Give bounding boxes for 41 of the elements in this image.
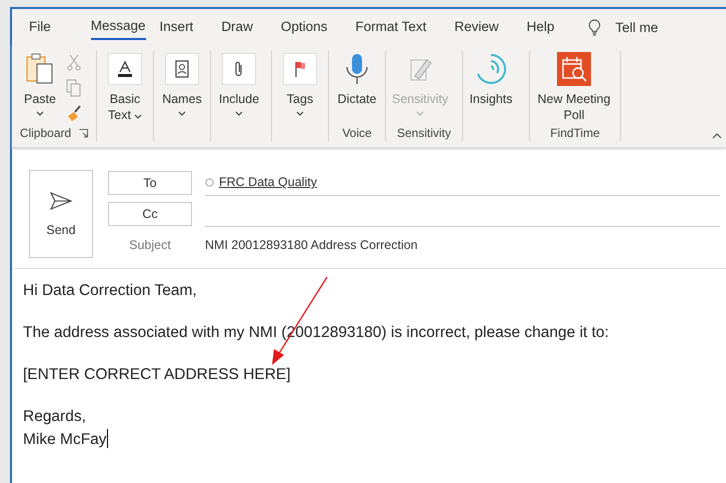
ribbon-button[interactable]: Paste (18, 51, 62, 121)
ribbon-button[interactable]: Insights (469, 51, 513, 125)
cc-button[interactable]: Cc (108, 202, 192, 226)
send-icon (49, 191, 73, 211)
address-book-icon (165, 53, 199, 85)
ribbon-tab[interactable]: Format Text (355, 15, 440, 39)
ribbon-button[interactable]: Tags (278, 51, 322, 125)
group-label: Clipboard (20, 126, 72, 140)
message-text: Regards, (23, 407, 87, 427)
ribbon-tab[interactable]: Options (280, 15, 342, 39)
ribbon-tab[interactable]: Insert (160, 15, 208, 39)
recipient-link[interactable]: FRC Data Quality (219, 175, 317, 189)
presence-icon (205, 178, 214, 186)
group-label: FindTime (550, 126, 600, 140)
message-text: Hi Data Correction Team, (23, 281, 198, 301)
subject-field[interactable]: NMI 20012893180 Address Correction (205, 232, 720, 258)
tell-me-search[interactable]: Tell me (615, 20, 658, 34)
message-text: Mike McFay (23, 429, 109, 450)
paperclip-icon (222, 53, 256, 85)
group-label: Sensitivity (396, 126, 452, 140)
ribbon-button[interactable]: Basic Text (103, 51, 147, 125)
subject-label: Subject (128, 238, 172, 252)
dialog-launcher-icon[interactable] (79, 128, 88, 138)
message-text: [ENTER CORRECT ADDRESS HERE] (23, 365, 292, 385)
ribbon-tab[interactable]: Help (526, 15, 568, 39)
ribbon-tab[interactable]: Review (454, 15, 513, 39)
flag-icon (283, 53, 317, 85)
ribbon-button[interactable]: New Meeting Poll (536, 51, 612, 125)
lightbulb-icon (588, 18, 602, 36)
ribbon-tab[interactable]: Message (90, 14, 146, 40)
group-label: Voice (342, 126, 372, 140)
to-button[interactable]: To (108, 170, 192, 194)
font-color-icon (108, 53, 142, 85)
ribbon-tab[interactable]: Draw (221, 15, 267, 39)
ribbon-button[interactable]: Dictate (335, 51, 379, 125)
calendar-search-icon (557, 52, 591, 86)
ribbon-button[interactable]: Include (217, 51, 261, 125)
ribbon-tab[interactable]: File (29, 15, 65, 39)
collapse-ribbon-icon[interactable] (712, 133, 722, 139)
ribbon-button[interactable]: Names (160, 51, 204, 125)
send-button[interactable]: Send (29, 170, 93, 258)
